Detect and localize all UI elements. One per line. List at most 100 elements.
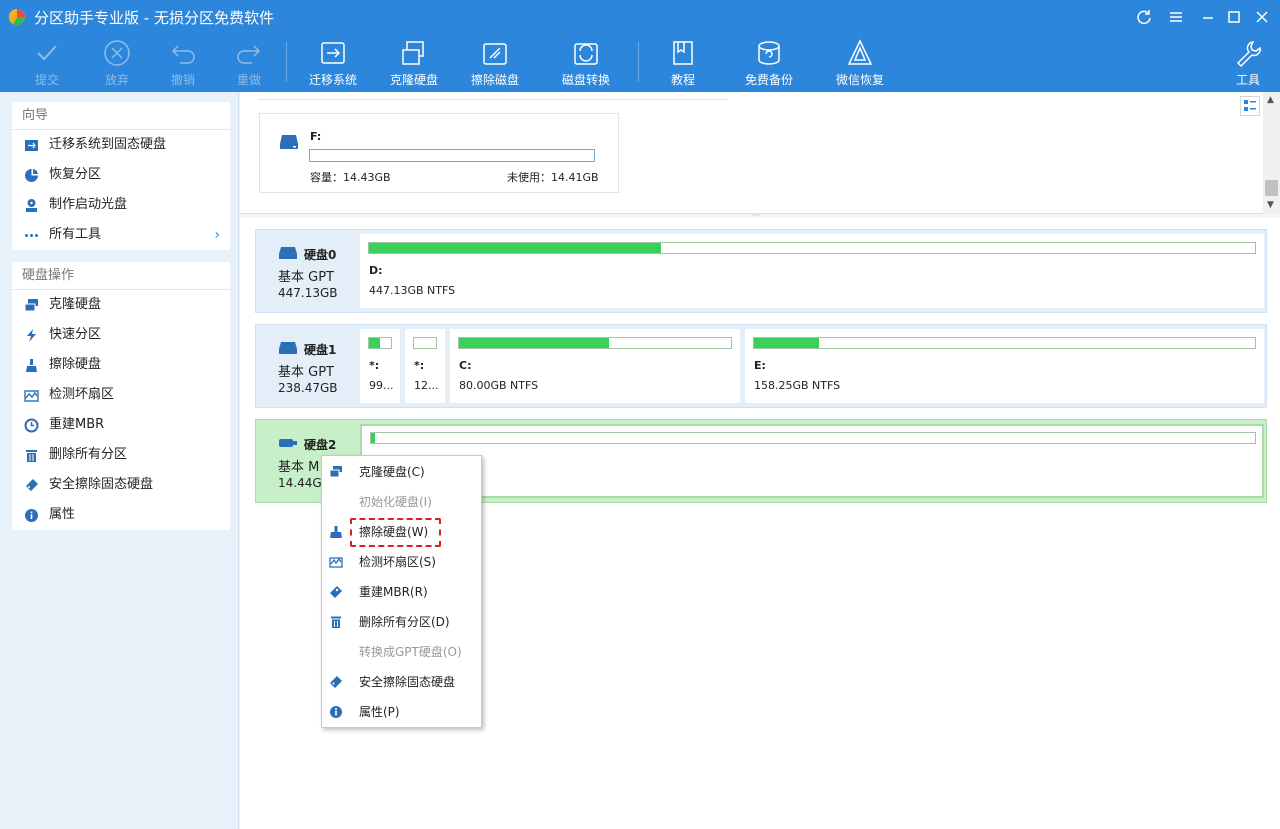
sidebar-item-properties[interactable]: 属性 <box>12 500 230 530</box>
disk-type: 基本 GPT <box>278 365 334 380</box>
toolbar: 提交 放弃 撤销 重做 迁移系统 克隆硬盘 擦除磁盘 磁盘转换 教程 免费备份 … <box>0 34 1280 92</box>
volume-unused: 未使用：14.41GB <box>507 171 599 184</box>
partition-e[interactable]: E: 158.25GB NTFS <box>745 329 1264 403</box>
vertical-scrollbar[interactable]: ▲ ▼ <box>1263 92 1280 214</box>
sidebar-item-secure-erase-ssd[interactable]: 安全擦除固态硬盘 <box>12 470 230 500</box>
disk-convert-button[interactable]: 磁盘转换 <box>555 38 617 88</box>
sidebar-item-all-tools[interactable]: 所有工具 › <box>12 220 230 250</box>
partition-label: C: <box>459 359 472 372</box>
undo-icon <box>171 45 195 64</box>
redo-button[interactable]: 重做 <box>224 38 274 88</box>
lightning-icon <box>27 329 36 342</box>
partition-usage-fill <box>369 243 662 253</box>
sidebar-item-rebuild-mbr[interactable]: 重建MBR <box>12 410 230 440</box>
highlight-annotation <box>350 518 441 547</box>
disk-name: 硬盘1 <box>304 343 337 357</box>
sidebar-item-wipe-disk[interactable]: 擦除硬盘 <box>12 350 230 380</box>
menu-item-convert-gpt[interactable]: 转换成GPT硬盘(O) <box>322 637 481 667</box>
layout-toggle-icon[interactable] <box>1240 96 1260 116</box>
partition-info: 158.25GB NTFS <box>754 379 841 392</box>
partition-info: 80.00GB NTFS <box>459 379 539 392</box>
menu-icon[interactable] <box>1164 6 1188 28</box>
menu-item-rebuild-mbr[interactable]: 重建MBR(R) <box>322 577 481 607</box>
menu-item-bad-sector[interactable]: 检测坏扇区(S) <box>322 547 481 577</box>
partition-usage-fill <box>459 338 609 348</box>
sidebar-item-make-bootdisk[interactable]: 制作启动光盘 <box>12 190 230 220</box>
partition-star-1[interactable]: *: 99... <box>360 329 400 403</box>
wrench-icon <box>1236 41 1261 68</box>
menu-item-clone-disk[interactable]: 克隆硬盘(C) <box>322 457 481 487</box>
wizard-title: 向导 <box>12 102 230 130</box>
menu-item-secure-erase-ssd[interactable]: 安全擦除固态硬盘 <box>322 667 481 697</box>
disk-icon <box>280 135 298 149</box>
context-menu: 克隆硬盘(C) 初始化硬盘(I) 擦除硬盘(W) 检测坏扇区(S) 重建MBR(… <box>321 455 482 728</box>
migrate-system-button[interactable]: 迁移系统 <box>302 38 364 88</box>
partition-info: 12... <box>414 379 439 392</box>
menu-item-delete-all-partitions[interactable]: 删除所有分区(D) <box>322 607 481 637</box>
disk-row-1[interactable]: 硬盘1 基本 GPT 238.47GB *: 99... *: 12... C:… <box>255 324 1267 408</box>
discard-button[interactable]: 放弃 <box>92 38 142 88</box>
app-logo-icon <box>8 8 26 26</box>
chevron-right-icon: › <box>214 227 220 243</box>
volume-card-f[interactable]: F: 容量：14.43GB 未使用：14.41GB <box>259 113 619 193</box>
minimize-icon[interactable] <box>1196 6 1220 28</box>
usb-disk-icon <box>279 439 297 447</box>
free-backup-button[interactable]: 免费备份 <box>738 38 800 88</box>
sidebar-item-clone-disk[interactable]: 克隆硬盘 <box>12 290 230 320</box>
disk-name: 硬盘2 <box>304 438 337 452</box>
volume-capacity: 容量：14.43GB <box>310 171 391 184</box>
divider <box>258 99 728 100</box>
partition-star-2[interactable]: *: 12... <box>405 329 445 403</box>
convert-icon <box>574 43 598 65</box>
wipe-icon <box>330 526 342 538</box>
partition-usage-bar <box>753 337 1256 349</box>
volume-label: F: <box>310 130 322 143</box>
partition-usage-fill <box>371 433 376 443</box>
eraser-icon <box>26 479 38 491</box>
partition-usage-bar <box>368 337 392 349</box>
sidebar-item-recover-partition[interactable]: 恢复分区 <box>12 160 230 190</box>
trash-icon <box>26 450 37 462</box>
book-icon <box>673 41 693 65</box>
migrate-icon <box>25 140 38 151</box>
partition-usage-bar <box>370 432 1256 444</box>
sidebar-item-bad-sector[interactable]: 检测坏扇区 <box>12 380 230 410</box>
wizard-panel: 向导 迁移系统到固态硬盘 恢复分区 制作启动光盘 所有工具 › <box>12 102 230 250</box>
submit-button[interactable]: 提交 <box>22 38 72 88</box>
maximize-icon[interactable] <box>1222 6 1246 28</box>
undo-button[interactable]: 撤销 <box>158 38 208 88</box>
sidebar-item-quick-partition[interactable]: 快速分区 <box>12 320 230 350</box>
menu-item-init-disk[interactable]: 初始化硬盘(I) <box>322 487 481 517</box>
partition-d[interactable]: D: 447.13GB NTFS <box>360 234 1264 308</box>
wipe-disk-button[interactable]: 擦除磁盘 <box>464 38 526 88</box>
sidebar-item-delete-all-partitions[interactable]: 删除所有分区 <box>12 440 230 470</box>
partition-f[interactable]: F: <box>360 424 1264 498</box>
refresh-icon[interactable] <box>1132 6 1156 28</box>
badsector-icon <box>24 390 39 402</box>
window-title: 分区助手专业版 - 无损分区免费软件 <box>34 9 274 27</box>
bootdisk-icon <box>26 199 37 212</box>
sidebar: 向导 迁移系统到固态硬盘 恢复分区 制作启动光盘 所有工具 › 硬盘操作 克隆硬… <box>0 92 239 829</box>
tools-button[interactable]: 工具 <box>1228 38 1268 88</box>
clone-disk-button[interactable]: 克隆硬盘 <box>383 38 445 88</box>
scrollbar-thumb[interactable] <box>1265 180 1278 196</box>
menu-item-properties[interactable]: 属性(P) <box>322 697 481 727</box>
eraser-icon <box>330 676 342 688</box>
partition-info: 99... <box>369 379 394 392</box>
trash-icon <box>331 616 341 628</box>
tutorial-button[interactable]: 教程 <box>658 38 708 88</box>
scroll-down-icon[interactable]: ▼ <box>1267 200 1274 210</box>
title-bar: 分区助手专业版 - 无损分区免费软件 <box>0 0 1280 34</box>
partition-usage-bar <box>458 337 732 349</box>
volume-usage-bar <box>309 149 595 162</box>
close-icon[interactable] <box>1250 6 1274 28</box>
wechat-recovery-button[interactable]: 微信恢复 <box>829 38 891 88</box>
disk-row-0[interactable]: 硬盘0 基本 GPT 447.13GB D: 447.13GB NTFS <box>255 229 1267 313</box>
partition-usage-bar <box>413 337 437 349</box>
partition-c[interactable]: C: 80.00GB NTFS <box>450 329 740 403</box>
sidebar-item-migrate-ssd[interactable]: 迁移系统到固态硬盘 <box>12 130 230 160</box>
volume-view-pane: F: 容量：14.43GB 未使用：14.41GB ▲ ▼ <box>240 92 1280 214</box>
scroll-up-icon[interactable]: ▲ <box>1267 95 1274 105</box>
partition-usage-fill <box>754 338 820 348</box>
partition-usage-fill <box>369 338 380 348</box>
